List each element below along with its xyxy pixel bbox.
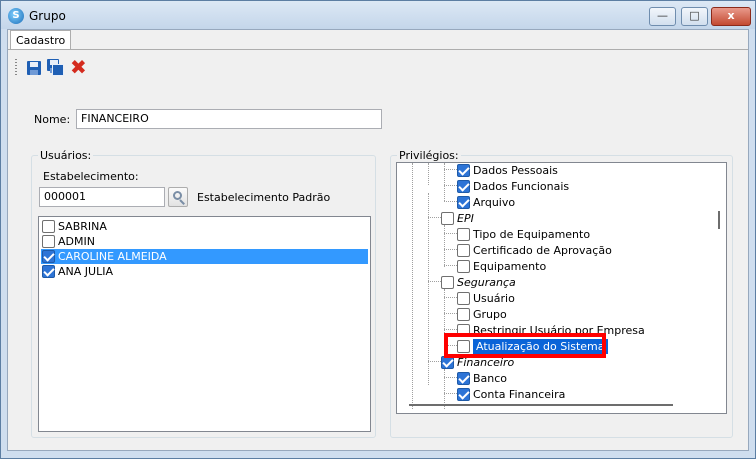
list-item-user[interactable]: SABRINA bbox=[41, 219, 368, 234]
tree-branch-line bbox=[444, 201, 457, 202]
tree-node-label: Equipamento bbox=[473, 260, 547, 273]
tree-node-label: Banco bbox=[473, 372, 508, 385]
nome-label: Nome: bbox=[34, 113, 71, 126]
tree-node-label: Tipo de Equipamento bbox=[473, 228, 591, 241]
tree-branch-line bbox=[444, 249, 457, 250]
tree-branch-line bbox=[444, 265, 457, 266]
user-checkbox[interactable] bbox=[42, 235, 55, 248]
tree-node-label: Dados Pessoais bbox=[473, 164, 558, 177]
tree-branch-line bbox=[444, 329, 457, 330]
search-icon-handle bbox=[179, 199, 185, 205]
client-area: Cadastro ✖ Nome: FINANCEIRO Usuários: Es… bbox=[7, 29, 749, 451]
title-bar[interactable]: S Grupo — □ x bbox=[1, 1, 755, 29]
save-copy-button[interactable] bbox=[46, 58, 66, 78]
nome-input[interactable]: FINANCEIRO bbox=[76, 109, 382, 129]
tree-branch-line bbox=[428, 281, 441, 282]
tree-node-label: Conta Financeira bbox=[473, 388, 566, 401]
tree-node-label: Usuário bbox=[473, 292, 515, 305]
privilege-checkbox[interactable] bbox=[457, 196, 470, 209]
tree-branch-line bbox=[428, 361, 441, 362]
window-title: Grupo bbox=[29, 9, 66, 23]
tree-node-label: Segurança bbox=[457, 276, 516, 289]
tree-branch-line bbox=[428, 217, 441, 218]
privilege-checkbox[interactable] bbox=[457, 164, 470, 177]
privilegios-tree[interactable]: Dados Pessoais Dados Funcionais Arquivo … bbox=[396, 162, 727, 414]
estabelecimento-search-button[interactable] bbox=[168, 187, 188, 207]
privilege-checkbox[interactable] bbox=[457, 292, 470, 305]
tree-guide-line bbox=[444, 369, 445, 409]
privilege-checkbox[interactable] bbox=[441, 212, 454, 225]
toolbar: ✖ bbox=[12, 55, 132, 80]
horizontal-scrollbar-thumb[interactable] bbox=[409, 404, 673, 406]
tree-branch-line bbox=[444, 233, 457, 234]
grupo-window: S Grupo — □ x Cadastro ✖ Nome: FINANCEIR… bbox=[0, 0, 756, 459]
maximize-button[interactable]: □ bbox=[681, 7, 708, 26]
privilegios-group: Privilégios: Dados Pessoais Dados Funcio… bbox=[390, 149, 733, 438]
vertical-scrollbar-thumb[interactable] bbox=[718, 211, 720, 229]
save-icon bbox=[27, 61, 41, 75]
user-checkbox[interactable] bbox=[42, 265, 55, 278]
tab-cadastro[interactable]: Cadastro bbox=[10, 30, 72, 50]
save-button[interactable] bbox=[24, 58, 44, 78]
estabelecimento-label: Estabelecimento: bbox=[43, 170, 139, 183]
delete-button[interactable]: ✖ bbox=[69, 55, 89, 79]
close-button[interactable]: x bbox=[711, 7, 751, 26]
estabelecimento-padrao-label: Estabelecimento Padrão bbox=[197, 191, 331, 204]
list-item-user[interactable]: CAROLINE ALMEIDA bbox=[41, 249, 368, 264]
user-checkbox[interactable] bbox=[42, 250, 55, 263]
list-item-user[interactable]: ADMIN bbox=[41, 234, 368, 249]
tab-strip: Cadastro bbox=[8, 30, 748, 50]
tree-branch-line bbox=[444, 313, 457, 314]
tree-guide-line bbox=[428, 163, 429, 185]
tree-branch-line bbox=[444, 169, 457, 170]
user-name: ANA JULIA bbox=[58, 265, 113, 278]
usuarios-list[interactable]: SABRINA ADMIN CAROLINE ALMEIDA ANA JULIA bbox=[38, 216, 371, 432]
minimize-button[interactable]: — bbox=[649, 7, 676, 26]
privilege-checkbox[interactable] bbox=[441, 276, 454, 289]
privilege-checkbox[interactable] bbox=[457, 180, 470, 193]
tree-branch-line bbox=[444, 393, 457, 394]
user-name: ADMIN bbox=[58, 235, 95, 248]
tab-page-cadastro: ✖ Nome: FINANCEIRO Usuários: Estabelecim… bbox=[8, 49, 748, 450]
list-item-user[interactable]: ANA JULIA bbox=[41, 264, 368, 279]
usuarios-group: Usuários: Estabelecimento: 000001 Estabe… bbox=[31, 149, 376, 438]
tree-branch-line bbox=[444, 377, 457, 378]
save-copy-icon-overlay bbox=[52, 64, 64, 76]
app-logo-icon: S bbox=[8, 8, 24, 24]
user-checkbox[interactable] bbox=[42, 220, 55, 233]
privilege-checkbox[interactable] bbox=[457, 260, 470, 273]
tree-node-label: EPI bbox=[457, 212, 474, 225]
tree-node-label: Arquivo bbox=[473, 196, 516, 209]
privilege-checkbox[interactable] bbox=[457, 372, 470, 385]
privilegios-group-title: Privilégios: bbox=[397, 149, 461, 162]
privilege-checkbox[interactable] bbox=[457, 388, 470, 401]
tree-guide-line bbox=[444, 225, 445, 267]
tree-guide-line bbox=[428, 193, 429, 385]
tree-node-label: Grupo bbox=[473, 308, 507, 321]
privilege-checkbox[interactable] bbox=[457, 244, 470, 257]
privilege-checkbox[interactable] bbox=[457, 228, 470, 241]
toolbar-grip[interactable] bbox=[15, 59, 17, 75]
tree-branch-line bbox=[444, 185, 457, 186]
tree-node-label: Certificado de Aprovação bbox=[473, 244, 612, 257]
usuarios-group-title: Usuários: bbox=[38, 149, 94, 162]
user-name: CAROLINE ALMEIDA bbox=[58, 250, 167, 263]
delete-icon: ✖ bbox=[70, 55, 87, 79]
user-name: SABRINA bbox=[58, 220, 107, 233]
tree-branch-line bbox=[444, 297, 457, 298]
highlight-annotation-box bbox=[444, 333, 606, 358]
estabelecimento-input[interactable]: 000001 bbox=[39, 187, 165, 207]
privilege-checkbox[interactable] bbox=[457, 308, 470, 321]
tree-node-label: Dados Funcionais bbox=[473, 180, 570, 193]
tree-guide-line bbox=[412, 163, 413, 409]
